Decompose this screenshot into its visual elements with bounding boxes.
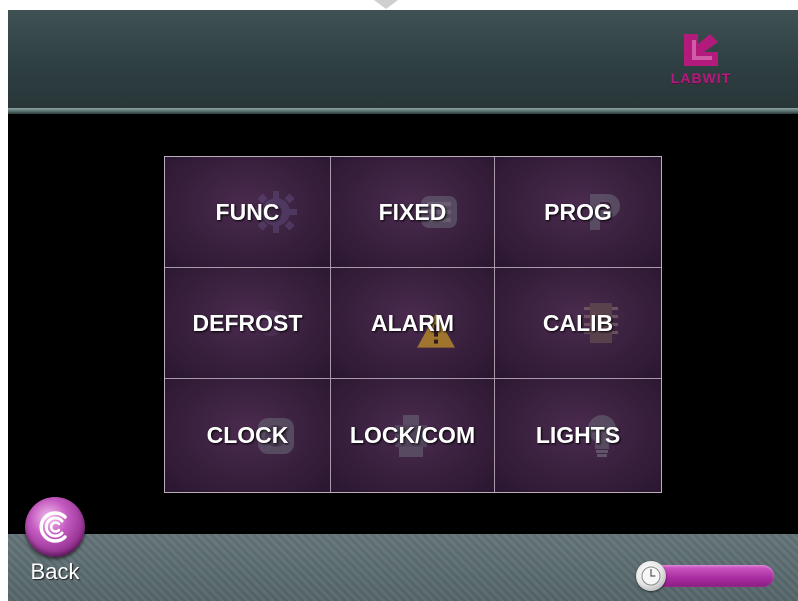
- menu-fixed-button[interactable]: FIXED: [331, 157, 495, 268]
- menu-lock-com-label: LOCK/COM: [349, 422, 476, 448]
- menu-lock-com-button[interactable]: LOCK/COM: [331, 379, 495, 492]
- menu-alarm-label: ALARM: [370, 309, 455, 336]
- menu-func-button[interactable]: FUNC: [165, 157, 331, 268]
- menu-lights-button[interactable]: LIGHTS: [495, 379, 661, 492]
- menu-alarm-button[interactable]: ALARM: [331, 268, 495, 379]
- back-swirl-icon: [25, 497, 85, 557]
- menu-prog-button[interactable]: PROG: [495, 157, 661, 268]
- menu-clock-label: CLOCK: [206, 422, 289, 448]
- menu-defrost-label: DEFROST: [192, 309, 303, 336]
- clock-knob[interactable]: [636, 561, 666, 591]
- menu-func-label: FUNC: [215, 198, 280, 225]
- status-track: [650, 565, 774, 587]
- labwit-logo: LABWIT: [656, 32, 746, 94]
- menu-clock-button[interactable]: CLOCK: [165, 379, 331, 492]
- top-notch: [374, 0, 398, 9]
- logo-text: LABWIT: [670, 70, 732, 86]
- menu-lights-label: LIGHTS: [535, 422, 621, 448]
- menu-calib-label: CALIB: [542, 309, 614, 336]
- back-button[interactable]: Back: [22, 497, 88, 591]
- back-label: Back: [30, 559, 80, 584]
- menu-calib-button[interactable]: CALIB: [495, 268, 661, 379]
- time-status-bar[interactable]: [636, 561, 774, 591]
- menu-grid: FUNC FIXED PROG DEFROST ALARM CALIB CLOC…: [164, 156, 662, 493]
- clock-icon: [641, 566, 661, 586]
- labwit-logo-icon: [684, 34, 718, 66]
- header-bar: LABWIT: [8, 10, 798, 108]
- screen-frame: LABWIT FUNC FIXED PROG DEFROST ALARM CAL…: [8, 10, 798, 601]
- menu-prog-label: PROG: [544, 198, 612, 225]
- header-divider: [8, 108, 798, 114]
- menu-defrost-button[interactable]: DEFROST: [165, 268, 331, 379]
- menu-fixed-label: FIXED: [378, 198, 447, 225]
